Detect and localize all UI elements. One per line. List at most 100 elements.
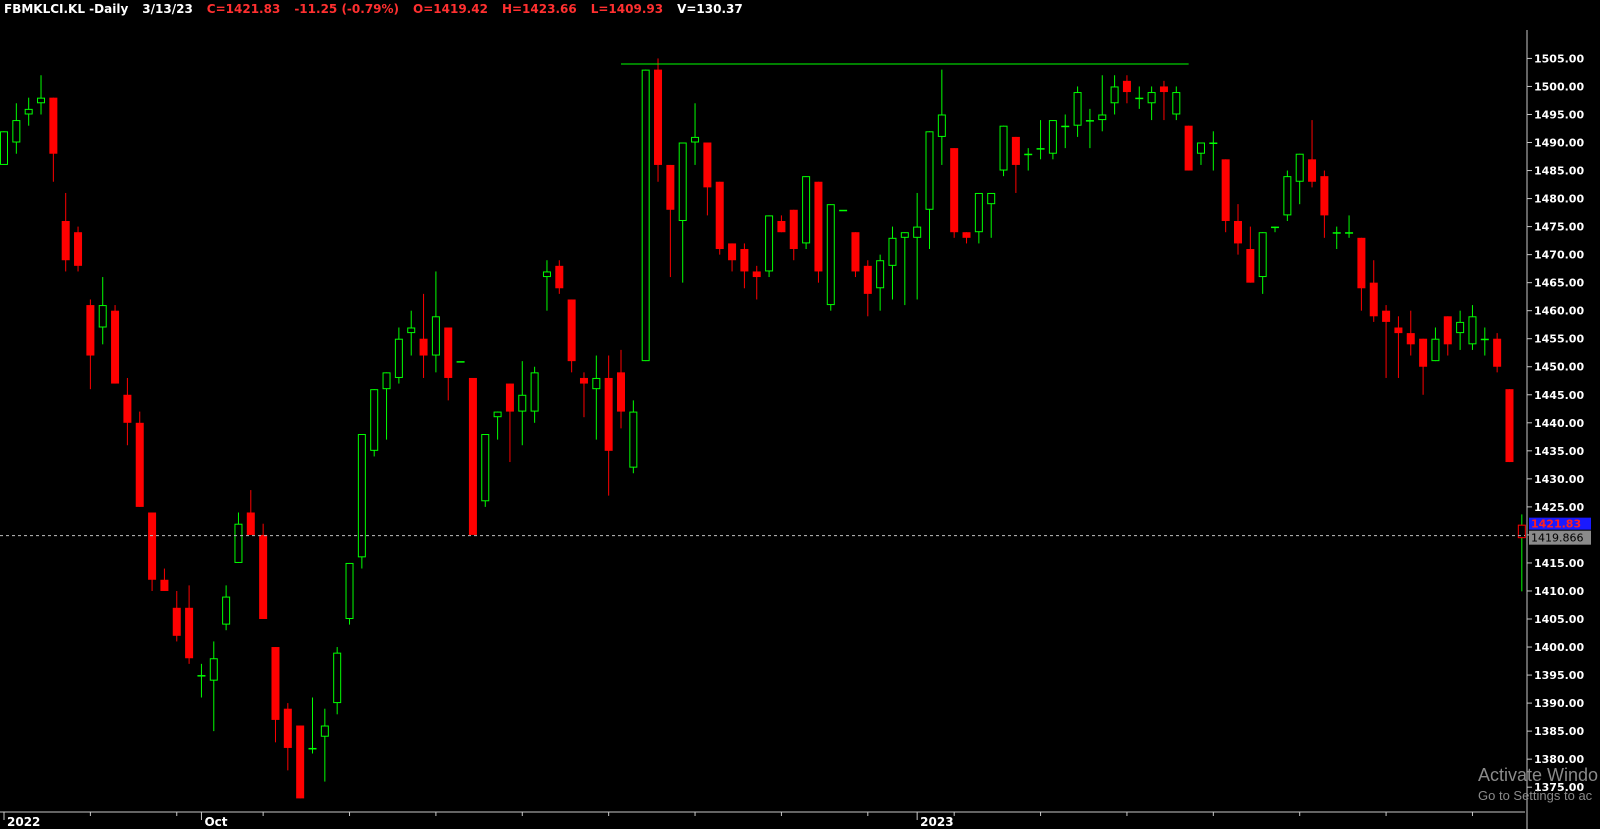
candle (900, 232, 909, 306)
candle (1369, 260, 1378, 322)
candle (1283, 170, 1292, 221)
candle (209, 641, 218, 732)
candle-body (1085, 120, 1094, 122)
candle (814, 181, 823, 283)
y-tick-label: 1470.00 (1534, 249, 1584, 262)
candle (98, 277, 107, 345)
candle-body (604, 377, 613, 451)
candle-body (592, 377, 601, 390)
candle-body (1369, 282, 1378, 317)
candle-body (370, 389, 379, 451)
candle (962, 232, 971, 244)
y-tick-label: 1460.00 (1534, 305, 1584, 318)
candle-body (12, 120, 21, 143)
candle (518, 361, 527, 446)
symbol-label: FBMKLCI.KL -Daily (4, 2, 129, 16)
candle-body (1172, 92, 1181, 115)
candle (49, 97, 58, 182)
candle (1061, 114, 1070, 149)
candle (1308, 120, 1317, 188)
candle (567, 299, 576, 373)
candle (839, 209, 848, 212)
candle-body (185, 607, 194, 659)
candle-body (1048, 120, 1057, 154)
candle (1480, 327, 1489, 356)
candle (1517, 514, 1526, 592)
low-label: L=1409.93 (590, 2, 664, 16)
candle (222, 585, 231, 631)
candle-body (691, 136, 700, 143)
candle (86, 299, 95, 390)
candle-body (1147, 92, 1156, 104)
candle (1196, 142, 1205, 165)
candle-body (172, 607, 181, 636)
candle (172, 590, 181, 642)
candle-body (86, 305, 95, 356)
candle-body (160, 579, 169, 591)
candle (259, 523, 268, 620)
candle (12, 103, 21, 154)
candle-body (863, 265, 872, 294)
candle-body (1493, 338, 1502, 367)
candle-body (728, 243, 737, 261)
candle-body (579, 377, 588, 384)
y-tick-label: 1435.00 (1534, 445, 1584, 458)
candle-body (974, 192, 983, 233)
candle-body (802, 176, 811, 244)
y-tick-label: 1465.00 (1534, 277, 1584, 290)
candle-body (913, 226, 922, 238)
x-tick-label: 2022 (7, 815, 40, 829)
candle-body (789, 209, 798, 250)
candle (135, 411, 144, 507)
candle-body (1135, 97, 1144, 100)
candle-body (1122, 80, 1131, 93)
candle (678, 142, 687, 283)
y-tick-label: 1490.00 (1534, 137, 1584, 150)
candle (431, 271, 440, 373)
candlestick-chart[interactable]: 1375.001380.001385.001390.001395.001400.… (0, 0, 1600, 829)
candle (1456, 310, 1465, 350)
candle (654, 58, 663, 182)
candle (937, 69, 946, 165)
candle (1209, 131, 1218, 171)
candle-body (1024, 153, 1033, 156)
candle (1085, 108, 1094, 149)
candle (1172, 86, 1181, 121)
y-tick-label: 1505.00 (1534, 52, 1584, 65)
y-tick-label: 1440.00 (1534, 417, 1584, 430)
candle-body (851, 232, 860, 272)
candle (357, 434, 366, 569)
candle (505, 383, 514, 463)
candle (148, 512, 157, 591)
candle-body (1419, 338, 1428, 367)
y-tick-label: 1455.00 (1534, 333, 1584, 346)
candle (802, 176, 811, 250)
candle (715, 181, 724, 255)
candle-body (1456, 321, 1465, 334)
candle (1431, 327, 1440, 362)
candle (123, 377, 132, 446)
candle (197, 663, 206, 698)
candle (1320, 170, 1329, 238)
close-label: C=1421.83 (206, 2, 281, 16)
candle-body (209, 658, 218, 681)
candle (345, 562, 354, 625)
candle (1036, 120, 1045, 160)
open-label: O=1419.42 (413, 2, 488, 16)
candle (826, 204, 835, 311)
candle-body (1382, 310, 1391, 322)
candle-body (1110, 86, 1119, 104)
candle-body (1332, 232, 1341, 234)
candle (789, 209, 798, 261)
candle (555, 260, 564, 294)
candle (1024, 148, 1033, 171)
candle-body (333, 652, 342, 704)
candle-body (629, 411, 638, 468)
candle-body (481, 434, 490, 502)
candle (444, 327, 453, 401)
candle-body (1209, 142, 1218, 145)
candle-body (259, 534, 268, 620)
candle (74, 226, 83, 272)
candle (579, 372, 588, 418)
candle-body (1480, 338, 1489, 341)
